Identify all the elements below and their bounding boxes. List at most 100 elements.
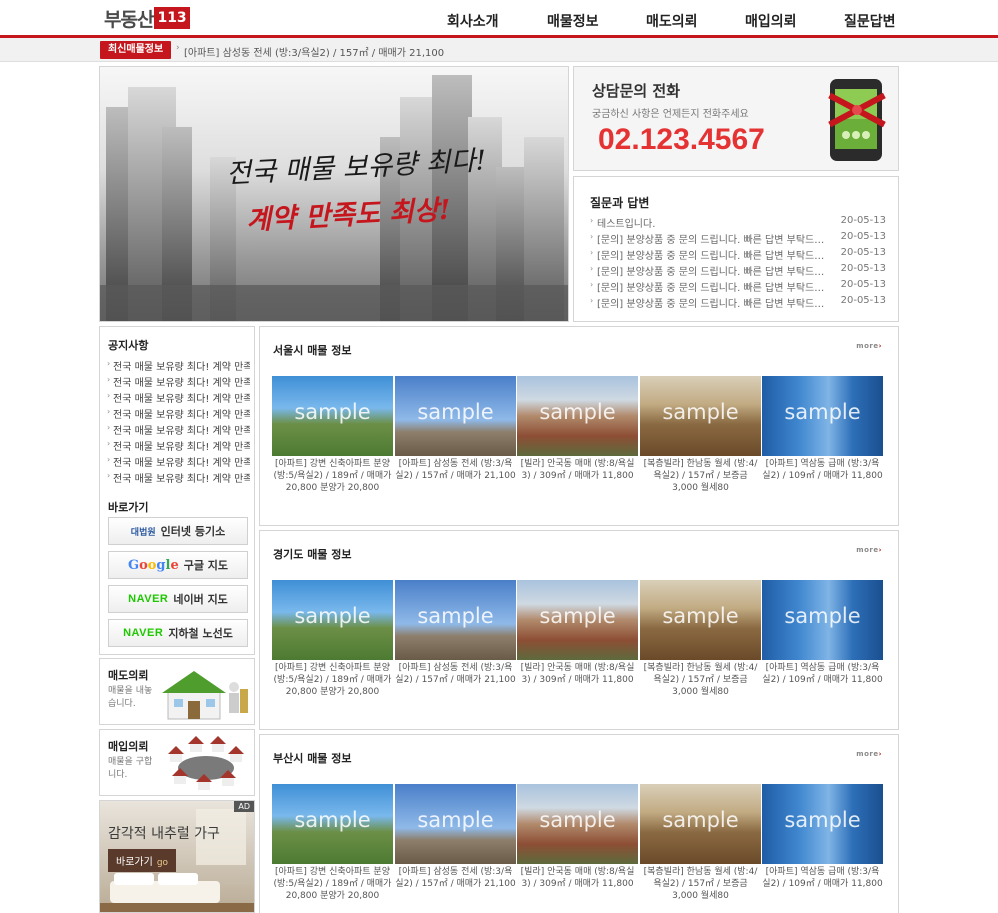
listing-photo: sample <box>272 784 393 864</box>
listing-card[interactable]: sample [아파트] 강변 신축아파트 분양 (방:5/욕실2) / 189㎡… <box>272 580 393 698</box>
qna-item[interactable]: › 테스트입니다. 20-05-13 <box>590 214 886 230</box>
site-logo[interactable]: 부동산 113 <box>104 6 190 31</box>
sample-watermark: sample <box>662 808 739 832</box>
ad-tag: AD <box>234 801 254 812</box>
bullet-arrow-icon: › <box>107 407 111 416</box>
shortcut-google-map-button[interactable]: Google 구글 지도 <box>108 551 248 579</box>
listing-card[interactable]: sample [아파트] 역삼동 급매 (방:3/욕실2) / 109㎡ / 매매… <box>762 784 883 890</box>
nav-sell-request[interactable]: 매도의뢰 <box>646 11 698 31</box>
chevron-right-icon: › <box>878 342 882 350</box>
qna-item[interactable]: › [문의] 분양상품 중 문의 드립니다. 빠른 답변 부탁드립니다. 20-05… <box>590 246 886 262</box>
listing-photo: sample <box>272 376 393 456</box>
listing-card[interactable]: sample [아파트] 강변 신축아파트 분양 (방:5/욕실2) / 189㎡… <box>272 784 393 902</box>
shortcut-court-registry-button[interactable]: 대법원 인터넷 등기소 <box>108 517 248 545</box>
ticker-text[interactable]: [아파트] 삼성동 전세 (방:3/욕실2) / 157㎡ / 매매가 21,1… <box>184 44 444 59</box>
nav-company[interactable]: 회사소개 <box>447 11 499 31</box>
listing-photo: sample <box>640 376 761 456</box>
sample-watermark: sample <box>539 808 616 832</box>
qna-item[interactable]: › [문의] 분양상품 중 문의 드립니다. 빠른 답변 부탁드립니다. 20-05… <box>590 262 886 278</box>
qna-item-title: [문의] 분양상품 중 문의 드립니다. 빠른 답변 부탁드립니다. <box>597 235 829 246</box>
notice-item[interactable]: ›전국 매물 보유량 최다! 계약 만족도 최상! <box>107 358 250 374</box>
more-link[interactable]: more› <box>856 546 882 554</box>
qna-item-title: 테스트입니다. <box>597 219 656 230</box>
naver-logo-icon: NAVER <box>123 627 164 639</box>
listing-cards: sample [아파트] 강변 신축아파트 분양 (방:5/욕실2) / 189㎡… <box>272 376 884 522</box>
sell-request-banner[interactable]: 매도의뢰 매물을 내놓습니다. <box>99 658 255 725</box>
more-link[interactable]: more› <box>856 750 882 758</box>
listing-caption: [복층빌라] 한남동 월세 (방:4/욕실2) / 157㎡ / 보증금 3,0… <box>643 663 758 697</box>
listing-photo: sample <box>517 376 638 456</box>
section-title: 부산시 매물 정보 <box>273 752 352 765</box>
listing-card[interactable]: sample [복층빌라] 한남동 월세 (방:4/욕실2) / 157㎡ / 보… <box>640 580 761 698</box>
notice-item-text: 전국 매물 보유량 최다! 계약 만족도 최상! <box>113 410 250 421</box>
more-link[interactable]: more› <box>856 342 882 350</box>
notice-item[interactable]: ›전국 매물 보유량 최다! 계약 만족도 최상! <box>107 422 250 438</box>
listing-card[interactable]: sample [복층빌라] 한남동 월세 (방:4/욕실2) / 157㎡ / 보… <box>640 784 761 902</box>
listing-caption: [빌라] 안국동 매매 (방:8/욕실3) / 309㎡ / 매매가 11,80… <box>520 867 635 889</box>
qna-box: 질문과 답변 › 테스트입니다. 20-05-13 › [문의] 분양상품 중 문의 … <box>573 176 899 322</box>
listing-caption: [아파트] 역삼동 급매 (방:3/욕실2) / 109㎡ / 매매가 11,8… <box>762 867 883 889</box>
sample-watermark: sample <box>784 604 861 628</box>
shortcut-subway-map-button[interactable]: NAVER 지하철 노선도 <box>108 619 248 647</box>
listing-photo: sample <box>517 580 638 660</box>
listing-photo: sample <box>517 784 638 864</box>
nav-buy-request[interactable]: 매입의뢰 <box>745 11 797 31</box>
naver-logo-icon: NAVER <box>128 593 169 605</box>
bullet-arrow-icon: › <box>590 248 594 257</box>
listing-card[interactable]: sample [아파트] 역삼동 급매 (방:3/욕실2) / 109㎡ / 매매… <box>762 580 883 686</box>
buy-request-banner[interactable]: 매입의뢰 매물을 구합니다. <box>99 729 255 796</box>
listing-card[interactable]: sample [아파트] 삼성동 전세 (방:3/욕실2) / 157㎡ / 매매… <box>395 784 516 890</box>
qna-item-date: 20-05-13 <box>840 247 886 258</box>
listing-photo: sample <box>395 580 516 660</box>
logo-text: 부동산 <box>104 8 154 31</box>
bullet-arrow-icon: › <box>107 391 111 400</box>
listing-card[interactable]: sample [아파트] 강변 신축아파트 분양 (방:5/욕실2) / 189㎡… <box>272 376 393 494</box>
nav-qna[interactable]: 질문답변 <box>844 11 896 31</box>
more-label: more <box>856 342 879 350</box>
contact-phone-number[interactable]: 02.123.4567 <box>598 123 765 157</box>
chevron-right-icon: › <box>878 546 882 554</box>
listing-photo: sample <box>762 580 883 660</box>
site-header: 부동산 113 회사소개 매물정보 매도의뢰 매입의뢰 질문답변 <box>0 0 998 38</box>
notice-item-text: 전국 매물 보유량 최다! 계약 만족도 최상! <box>113 362 250 373</box>
nav-listings[interactable]: 매물정보 <box>547 11 599 31</box>
shortcut-naver-map-button[interactable]: NAVER 네이버 지도 <box>108 585 248 613</box>
listing-caption: [아파트] 강변 신축아파트 분양 (방:5/욕실2) / 189㎡ / 매매가… <box>273 867 392 901</box>
qna-item[interactable]: › [문의] 분양상품 중 문의 드립니다. 빠른 답변 부탁드립니다. 20-05… <box>590 230 886 246</box>
listing-card[interactable]: sample [빌라] 안국동 매매 (방:8/욕실3) / 309㎡ / 매매가… <box>517 376 638 482</box>
listing-card[interactable]: sample [아파트] 삼성동 전세 (방:3/욕실2) / 157㎡ / 매매… <box>395 580 516 686</box>
sell-request-title: 매도의뢰 <box>108 669 149 682</box>
ticker-arrow-icon: › <box>176 43 180 53</box>
qna-item-date: 20-05-13 <box>840 279 886 290</box>
qna-item[interactable]: › [문의] 분양상품 중 문의 드립니다. 빠른 답변 부탁드립니다. 20-05… <box>590 278 886 294</box>
notice-item[interactable]: ›전국 매물 보유량 최다! 계약 만족도 최상! <box>107 438 250 454</box>
bullet-arrow-icon: › <box>107 375 111 384</box>
listing-card[interactable]: sample [복층빌라] 한남동 월세 (방:4/욕실2) / 157㎡ / 보… <box>640 376 761 494</box>
listing-cards: sample [아파트] 강변 신축아파트 분양 (방:5/욕실2) / 189㎡… <box>272 784 884 913</box>
qna-item-title: [문의] 분양상품 중 문의 드립니다. 빠른 답변 부탁드립니다. <box>597 251 829 262</box>
google-logo-icon: Google <box>127 557 179 573</box>
smartphone-icon <box>828 79 886 161</box>
listing-section-gyeonggi: 경기도 매물 정보 more› sample [아파트] 강변 신축아파트 분양 … <box>259 530 899 730</box>
ad-button-go: go <box>156 858 169 868</box>
listing-section-busan: 부산시 매물 정보 more› sample [아파트] 강변 신축아파트 분양 … <box>259 734 899 913</box>
court-logo-icon: 대법원 <box>130 527 156 538</box>
notice-item[interactable]: ›전국 매물 보유량 최다! 계약 만족도 최상! <box>107 406 250 422</box>
ad-banner[interactable]: AD 감각적 내추럴 가구 바로가기 go <box>99 800 255 913</box>
notice-item[interactable]: ›전국 매물 보유량 최다! 계약 만족도 최상! <box>107 374 250 390</box>
contact-box: 상담문의 전화 궁금하신 사항은 언제든지 전화주세요 02.123.4567 <box>573 66 899 171</box>
listing-card[interactable]: sample [아파트] 역삼동 급매 (방:3/욕실2) / 109㎡ / 매매… <box>762 376 883 482</box>
qna-item[interactable]: › [문의] 분양상품 중 문의 드립니다. 빠른 답변 부탁드립니다. 20-05… <box>590 294 886 310</box>
notice-item[interactable]: ›전국 매물 보유량 최다! 계약 만족도 최상! <box>107 390 250 406</box>
sample-watermark: sample <box>417 400 494 424</box>
listing-caption: [아파트] 강변 신축아파트 분양 (방:5/욕실2) / 189㎡ / 매매가… <box>273 663 392 697</box>
notice-item[interactable]: ›전국 매물 보유량 최다! 계약 만족도 최상! <box>107 454 250 470</box>
notice-item[interactable]: ›전국 매물 보유량 최다! 계약 만족도 최상! <box>107 470 250 486</box>
ad-go-button[interactable]: 바로가기 go <box>108 849 177 872</box>
listing-caption: [복층빌라] 한남동 월세 (방:4/욕실2) / 157㎡ / 보증금 3,0… <box>643 459 758 493</box>
listing-card[interactable]: sample [빌라] 안국동 매매 (방:8/욕실3) / 309㎡ / 매매가… <box>517 580 638 686</box>
buy-request-title: 매입의뢰 <box>108 740 149 753</box>
sample-watermark: sample <box>784 400 861 424</box>
listing-card[interactable]: sample [빌라] 안국동 매매 (방:8/욕실3) / 309㎡ / 매매가… <box>517 784 638 890</box>
listing-card[interactable]: sample [아파트] 삼성동 전세 (방:3/욕실2) / 157㎡ / 매매… <box>395 376 516 482</box>
